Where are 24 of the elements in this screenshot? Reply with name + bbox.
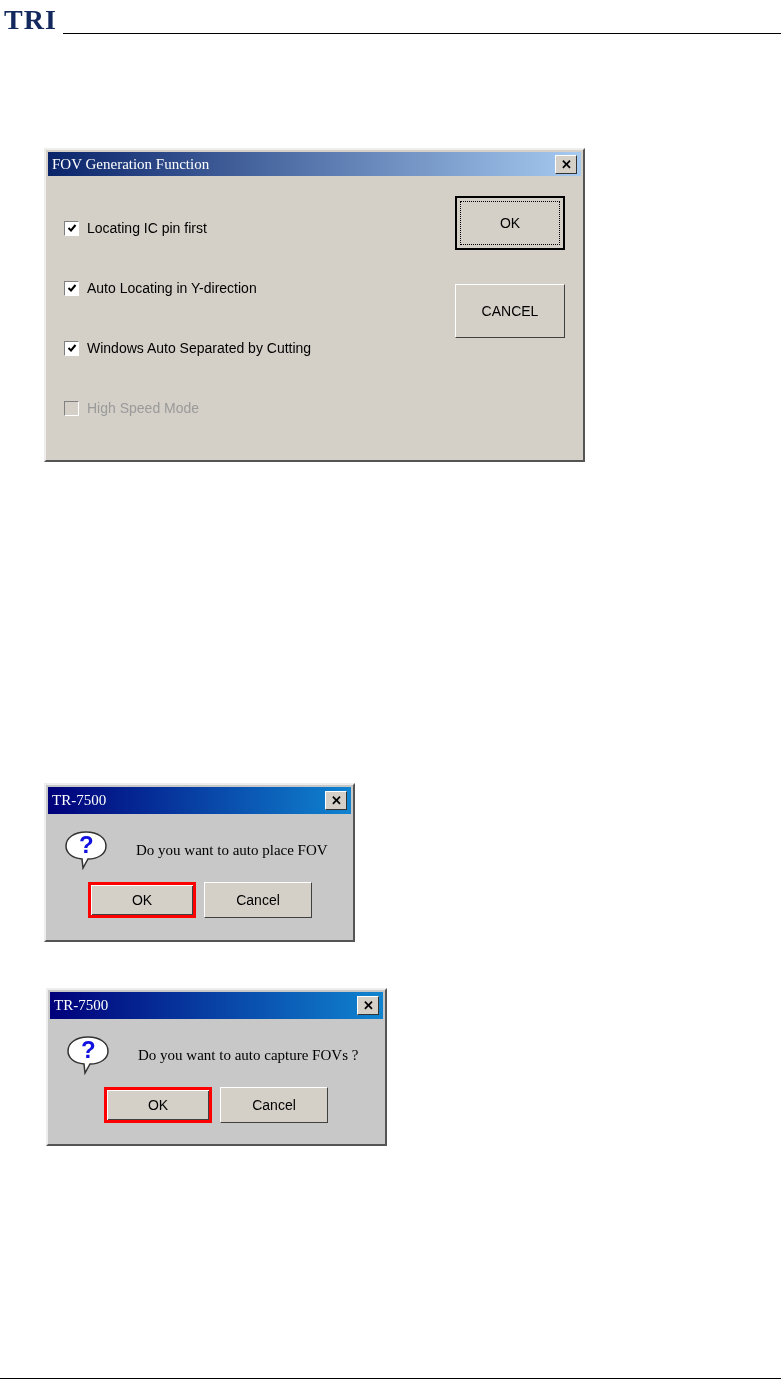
- close-button[interactable]: ✕: [357, 996, 379, 1015]
- checkbox-label: Locating IC pin first: [87, 220, 207, 236]
- checkbox-label: Windows Auto Separated by Cutting: [87, 340, 312, 356]
- dialog-button[interactable]: Cancel: [204, 882, 312, 918]
- question-icon: ?: [66, 1035, 110, 1075]
- checkbox[interactable]: [64, 280, 79, 296]
- close-button[interactable]: ✕: [555, 154, 577, 174]
- dialog-button[interactable]: CANCEL: [455, 284, 565, 338]
- checkbox-label: High Speed Mode: [87, 400, 200, 416]
- close-button[interactable]: ✕: [325, 791, 347, 810]
- checkbox[interactable]: [64, 220, 79, 236]
- window-title: TR-7500: [52, 792, 107, 809]
- question-icon: ?: [64, 830, 108, 870]
- dialog-button[interactable]: OK: [104, 1087, 212, 1123]
- dialog-button[interactable]: OK: [455, 196, 565, 250]
- window-title: TR-7500: [54, 997, 109, 1014]
- checkbox[interactable]: [64, 340, 79, 356]
- message-text: Do you want to auto capture FOVs ?: [138, 1046, 359, 1064]
- logo: TRI: [4, 5, 57, 35]
- checkbox-label: Auto Locating in Y-direction: [87, 280, 257, 296]
- dialog-button[interactable]: Cancel: [220, 1087, 328, 1123]
- dialog-button[interactable]: OK: [88, 882, 196, 918]
- window-title: FOV Generation Function: [52, 155, 210, 173]
- message-text: Do you want to auto place FOV: [136, 841, 328, 859]
